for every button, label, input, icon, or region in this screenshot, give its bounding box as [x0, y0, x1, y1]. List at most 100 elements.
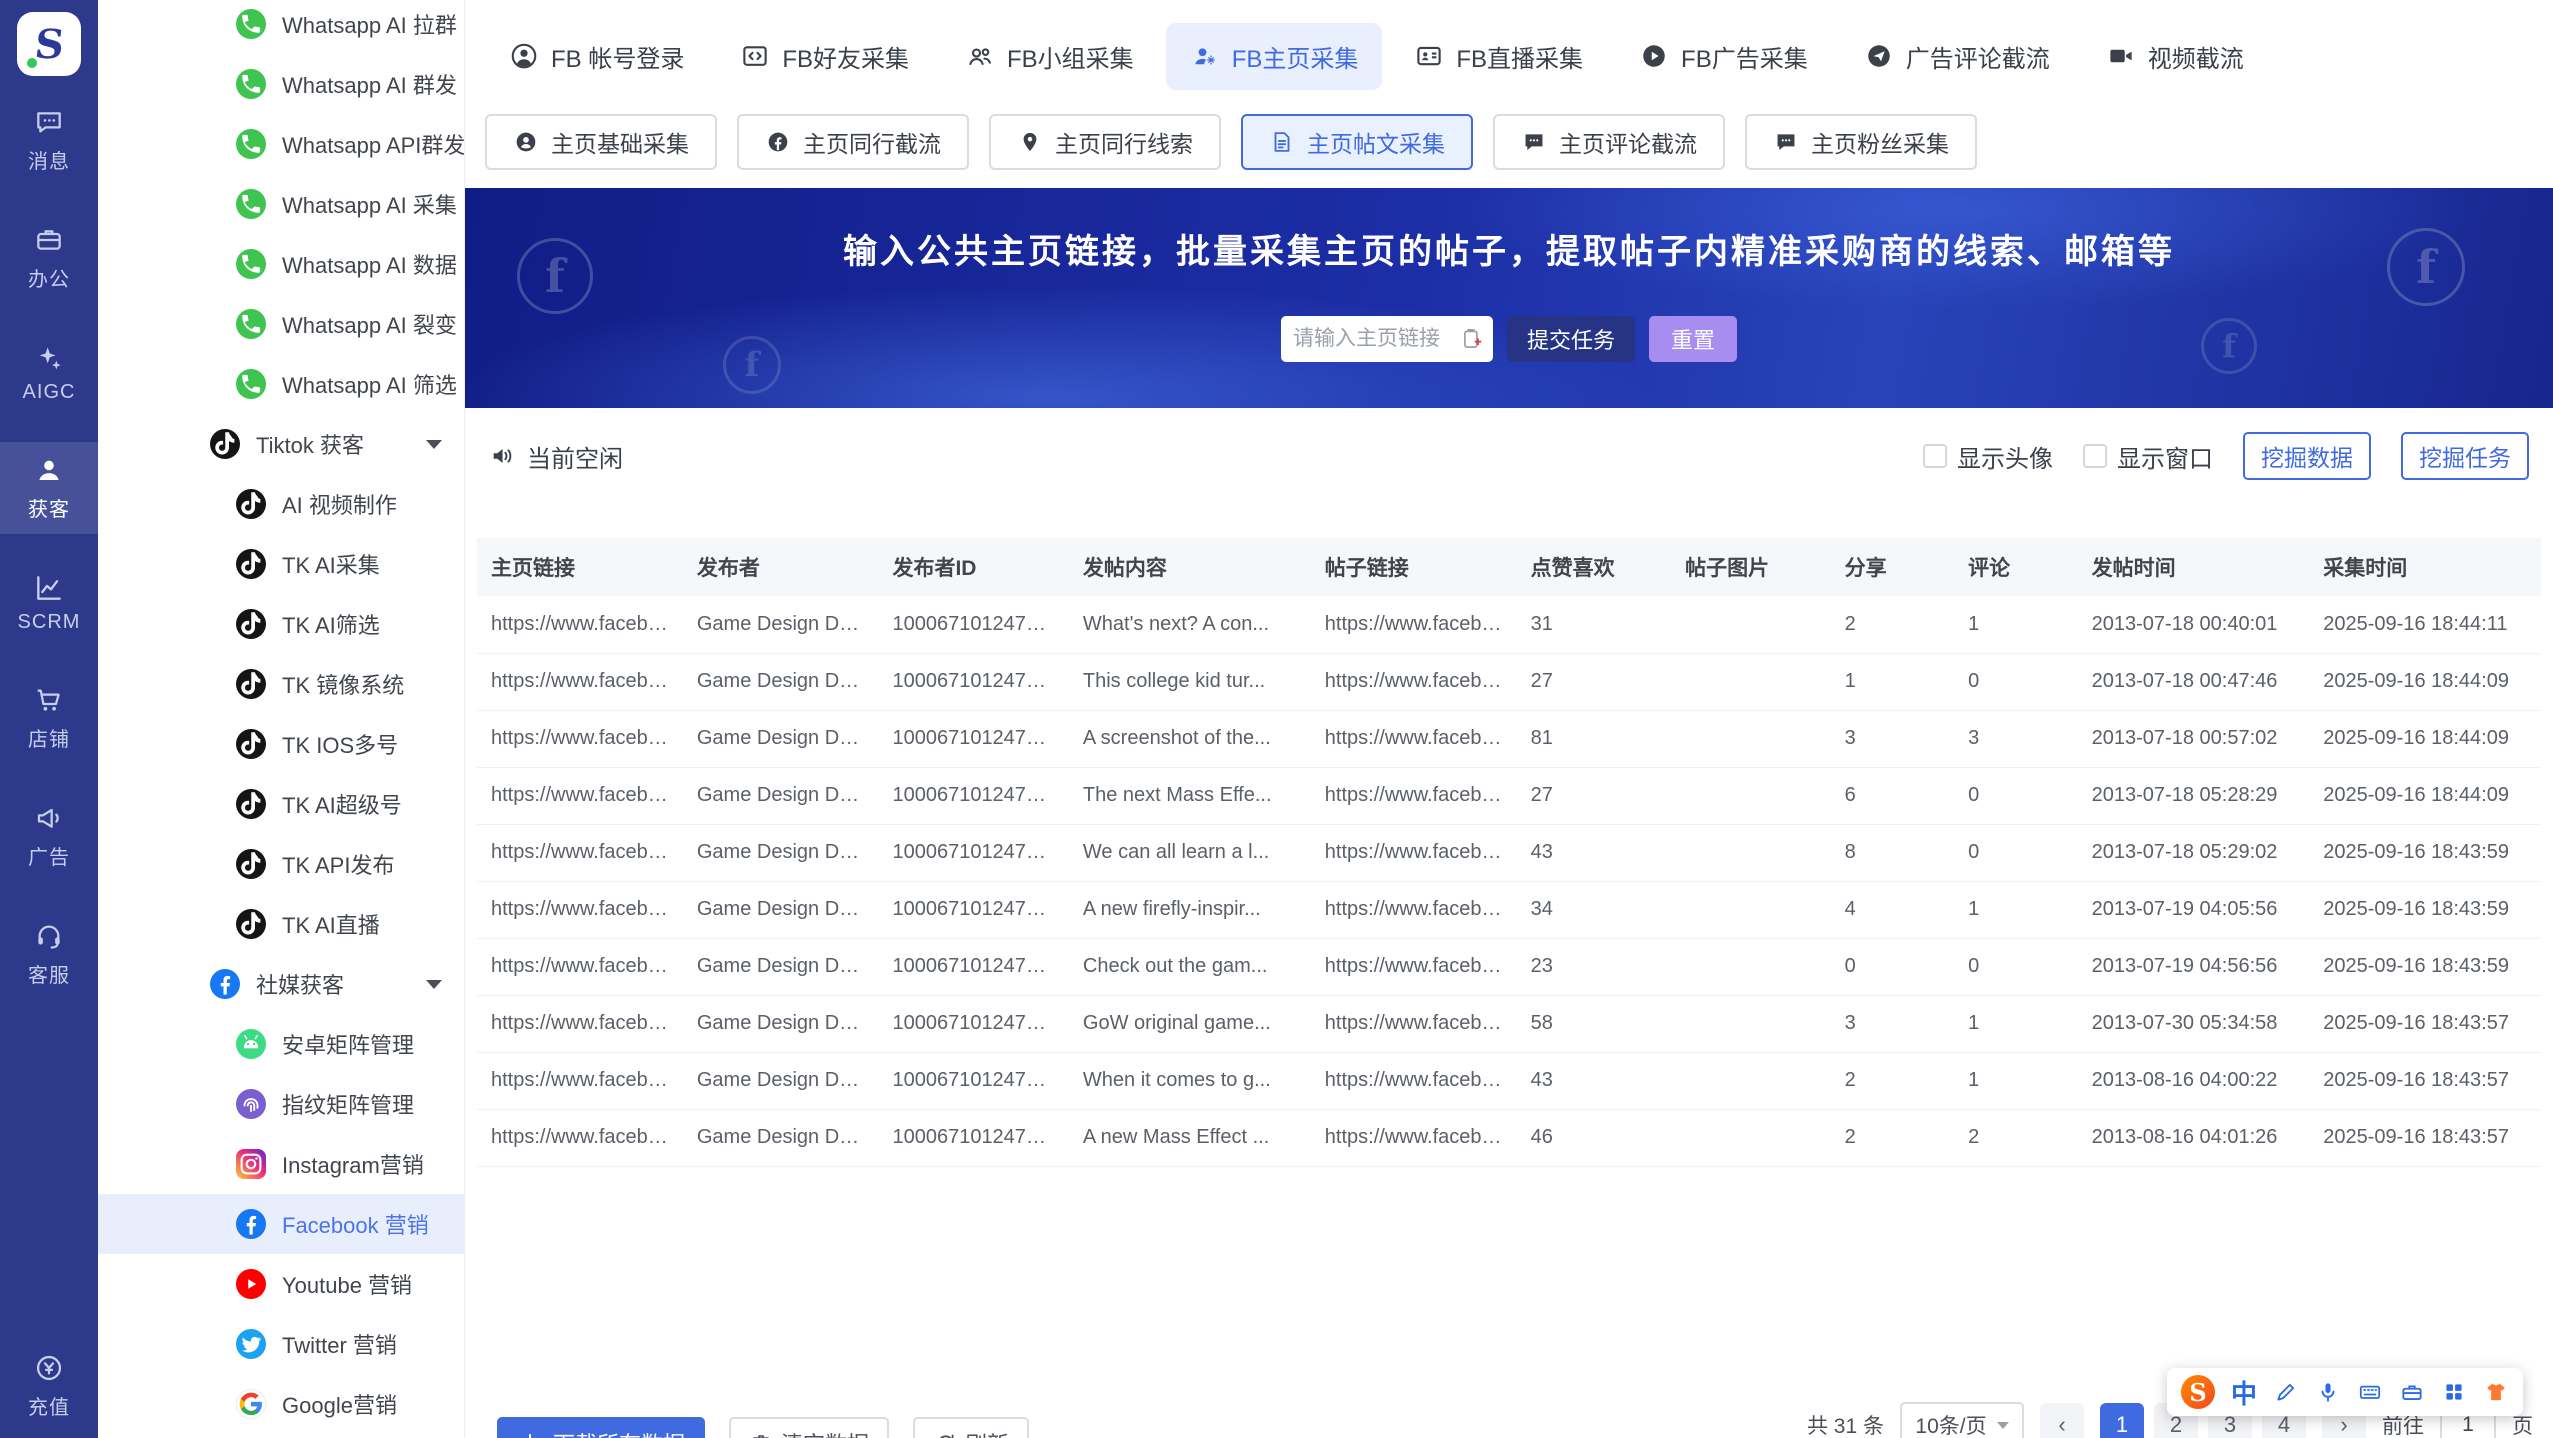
table-row[interactable]: https://www.facebo... Game Design Degr...… [477, 1052, 2541, 1110]
sidebar-item-22[interactable]: Twitter 营销 [98, 1314, 464, 1374]
tab-ad-comment-intercept[interactable]: 广告评论截流 [1840, 23, 2074, 90]
table-row[interactable]: https://www.facebo... Game Design Degr...… [477, 938, 2541, 996]
sidebar-item-15[interactable]: TK AI直播 [98, 894, 464, 954]
subtab-page-peer-intercept[interactable]: 主页同行截流 [737, 114, 969, 170]
reset-button[interactable]: 重置 [1649, 316, 1738, 362]
sidebar-item-4[interactable]: Whatsapp AI 数据 [98, 234, 464, 294]
prev-page-button[interactable]: ‹ [2040, 1403, 2084, 1438]
column-header[interactable]: 采集时间 [2309, 538, 2541, 596]
table-row[interactable]: https://www.facebo... Game Design Degr...… [477, 1109, 2541, 1167]
column-header[interactable]: 分享 [1830, 538, 1955, 596]
skin-shirt-icon[interactable] [2483, 1379, 2509, 1405]
tab-video-intercept[interactable]: 视频截流 [2082, 23, 2268, 90]
page-button-1[interactable]: 1 [2100, 1403, 2144, 1438]
sidebar-item-8[interactable]: AI 视频制作 [98, 474, 464, 534]
sidebar-item-2[interactable]: Whatsapp API群发 [98, 114, 464, 174]
column-header[interactable]: 主页链接 [477, 538, 683, 596]
sidebar-item-5[interactable]: Whatsapp AI 裂变 [98, 294, 464, 354]
sidebar-item-21[interactable]: Youtube 营销 [98, 1254, 464, 1314]
table-cell: 100067101247890 [878, 596, 1069, 654]
subtab-page-comment-intercept[interactable]: 主页评论截流 [1493, 114, 1725, 170]
rail-item-recharge[interactable]: 充值 [0, 1340, 98, 1432]
table-row[interactable]: https://www.facebo... Game Design Degr...… [477, 653, 2541, 711]
mine-task-button[interactable]: 挖掘任务 [2401, 432, 2529, 480]
sidebar-item-6[interactable]: Whatsapp AI 筛选 [98, 354, 464, 414]
submit-task-button[interactable]: 提交任务 [1506, 316, 1635, 362]
sidebar-item-17[interactable]: 安卓矩阵管理 [98, 1014, 464, 1074]
subtab-page-post-collect[interactable]: 主页帖文采集 [1241, 114, 1473, 170]
toolbox-icon[interactable] [2399, 1379, 2425, 1405]
table-cell: A new Mass Effect ... [1068, 1109, 1311, 1167]
sidebar-item-14[interactable]: TK API发布 [98, 834, 464, 894]
tab-fb-account-login[interactable]: FB 帐号登录 [485, 23, 708, 90]
sidebar-item-16[interactable]: 社媒获客 [98, 954, 464, 1014]
rail-item-ads[interactable]: 广告 [0, 790, 98, 882]
paste-link-icon[interactable] [1459, 326, 1485, 352]
ime-language-toggle[interactable]: 中 [2231, 1374, 2257, 1411]
subtab-page-fans-collect[interactable]: 主页粉丝采集 [1745, 114, 1977, 170]
rail-item-aigc[interactable]: AIGC [0, 330, 98, 416]
rail-item-office[interactable]: 办公 [0, 212, 98, 304]
handwriting-pen-icon[interactable] [2273, 1379, 2299, 1405]
column-header[interactable]: 发帖时间 [2077, 538, 2310, 596]
checkbox-box[interactable] [2083, 444, 2107, 468]
table-row[interactable]: https://www.facebo... Game Design Degr...… [477, 995, 2541, 1053]
table-row[interactable]: https://www.facebo... Game Design Degr...… [477, 824, 2541, 882]
sidebar-item-1[interactable]: Whatsapp AI 群发 [98, 54, 464, 114]
checkbox-box[interactable] [1923, 444, 1947, 468]
tab-fb-page-collect[interactable]: FB主页采集 [1165, 22, 1383, 90]
tiktok-icon [236, 909, 266, 939]
rail-item-support[interactable]: 客服 [0, 908, 98, 1000]
sidebar-item-10[interactable]: TK AI筛选 [98, 594, 464, 654]
subtab-page-basic-collect[interactable]: 主页基础采集 [485, 114, 717, 170]
page-link-input[interactable] [1292, 327, 1455, 351]
sidebar-item-11[interactable]: TK 镜像系统 [98, 654, 464, 714]
sidebar-item-18[interactable]: 指纹矩阵管理 [98, 1074, 464, 1134]
rail-item-messages[interactable]: 消息 [0, 94, 98, 186]
voice-mic-icon[interactable] [2315, 1379, 2341, 1405]
sidebar-item-0[interactable]: Whatsapp AI 拉群 [98, 0, 464, 54]
show-window-checkbox[interactable]: 显示窗口 [2083, 439, 2213, 474]
tab-fb-friend-collect[interactable]: FB好友采集 [716, 23, 933, 90]
table-cell: 2013-08-16 04:01:26 [2077, 1109, 2310, 1167]
sidebar-item-23[interactable]: Google营销 [98, 1374, 464, 1434]
table-row[interactable]: https://www.facebo... Game Design Degr...… [477, 881, 2541, 939]
soft-keyboard-icon[interactable] [2357, 1379, 2383, 1405]
table-row[interactable]: https://www.facebo... Game Design Degr...… [477, 710, 2541, 768]
sidebar-item-13[interactable]: TK AI超级号 [98, 774, 464, 834]
rail-item-acquisition[interactable]: 获客 [0, 442, 98, 534]
table-cell: Game Design Degr... [682, 596, 879, 654]
sparkle-icon [33, 342, 65, 374]
sidebar-item-9[interactable]: TK AI采集 [98, 534, 464, 594]
tab-fb-group-collect[interactable]: FB小组采集 [941, 23, 1158, 90]
subtab-page-peer-leads[interactable]: 主页同行线索 [989, 114, 1221, 170]
column-header[interactable]: 帖子链接 [1310, 538, 1517, 596]
sidebar-item-3[interactable]: Whatsapp AI 采集 [98, 174, 464, 234]
column-header[interactable]: 点赞喜欢 [1516, 538, 1672, 596]
column-header[interactable]: 评论 [1954, 538, 2078, 596]
column-header[interactable]: 发布者 [682, 538, 879, 596]
table-row[interactable]: https://www.facebo... Game Design Degr...… [477, 767, 2541, 825]
page-size-select[interactable]: 10条/页 [1900, 1402, 2024, 1438]
sidebar-item-20[interactable]: Facebook 营销 [98, 1194, 464, 1254]
column-header[interactable]: 帖子图片 [1671, 538, 1831, 596]
download-all-button[interactable]: 下载所有数据 [497, 1417, 706, 1438]
sidebar-item-19[interactable]: Instagram营销 [98, 1134, 464, 1194]
tab-fb-ad-collect[interactable]: FB广告采集 [1615, 23, 1832, 90]
rail-item-shop[interactable]: 店铺 [0, 672, 98, 764]
column-header[interactable]: 发布者ID [878, 538, 1069, 596]
clear-data-button[interactable]: 清空数据 [729, 1417, 890, 1438]
show-avatar-checkbox[interactable]: 显示头像 [1923, 439, 2053, 474]
tab-fb-live-collect[interactable]: FB直播采集 [1390, 23, 1607, 90]
sidebar-item-12[interactable]: TK IOS多号 [98, 714, 464, 774]
table-cell: 1 [1954, 995, 2078, 1053]
app-logo[interactable]: S [17, 12, 81, 76]
table-row[interactable]: https://www.facebo... Game Design Degr...… [477, 596, 2541, 654]
refresh-button[interactable]: 刷新 [913, 1417, 1030, 1438]
mine-data-button[interactable]: 挖掘数据 [2243, 432, 2371, 480]
column-header[interactable]: 发帖内容 [1068, 538, 1311, 596]
sogou-logo-icon[interactable]: S [2180, 1375, 2215, 1409]
sidebar-item-7[interactable]: Tiktok 获客 [98, 414, 464, 474]
layout-grid-icon[interactable] [2441, 1379, 2467, 1405]
rail-item-scrm[interactable]: SCRM [0, 560, 98, 646]
